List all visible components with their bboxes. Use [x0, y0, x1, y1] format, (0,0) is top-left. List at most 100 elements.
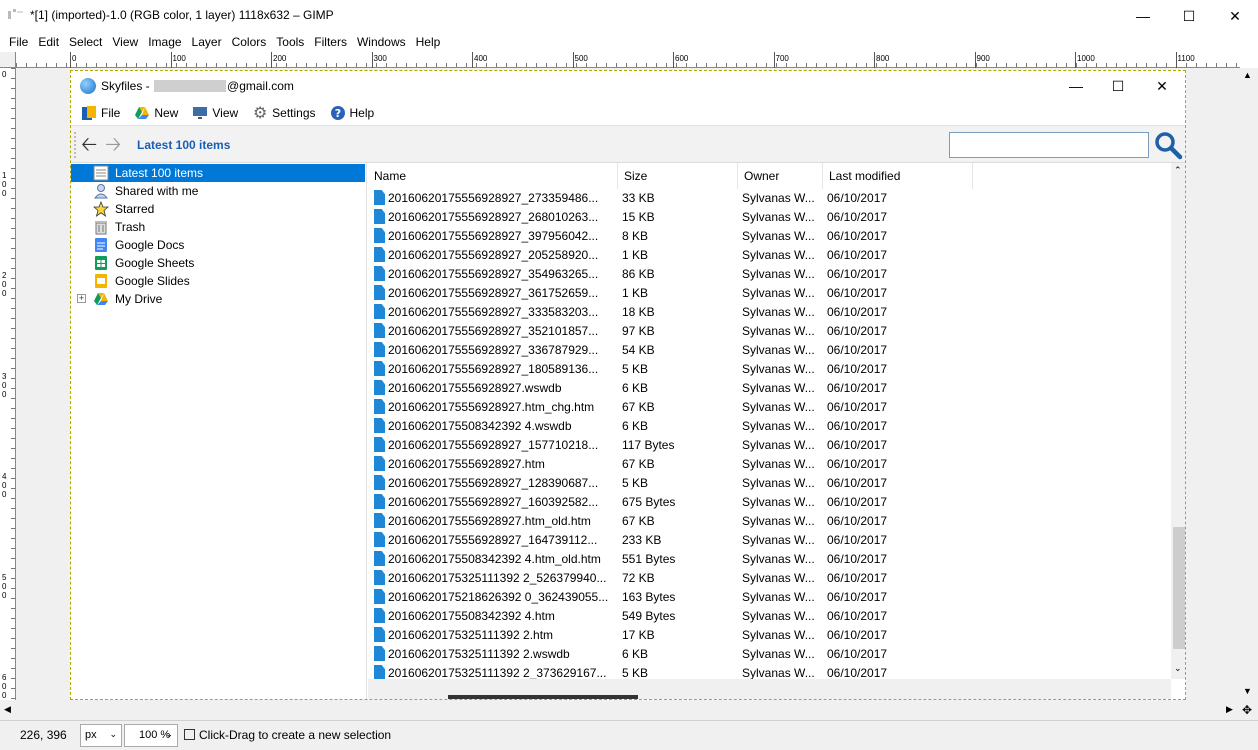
table-row[interactable]: 20160620175556928927_333583203... 18 KB Sy…: [368, 303, 1171, 322]
minimize-button[interactable]: —: [1120, 0, 1166, 32]
file-owner: Sylvanas W...: [742, 552, 815, 566]
table-row[interactable]: 20160620175325111392 2_526379940... 72 KB…: [368, 569, 1171, 588]
skyfiles-menu-file[interactable]: File: [81, 105, 120, 121]
table-row[interactable]: 20160620175556928927.htm_chg.htm 67 KB Syl…: [368, 398, 1171, 417]
file-list-scrollbar[interactable]: ⌃ ⌄: [1171, 163, 1185, 679]
unit-select[interactable]: px ⌄: [80, 724, 122, 747]
back-arrow-icon[interactable]: 🡠: [81, 135, 97, 155]
ruler-vertical-tick-label: 2 0 0: [2, 271, 7, 298]
table-row[interactable]: 20160620175508342392 4.htm_old.htm 551 By…: [368, 550, 1171, 569]
file-owner: Sylvanas W...: [742, 210, 815, 224]
table-row[interactable]: 20160620175556928927_205258920... 1 KB Syl…: [368, 246, 1171, 265]
horizontal-ruler[interactable]: 0 100 200 300 400 500 600 700 800 900 1000 1100: [16, 52, 1240, 68]
scroll-down-icon[interactable]: ▼: [1243, 686, 1252, 696]
tree-item-google-docs[interactable]: Google Docs: [71, 236, 365, 254]
file-list-scroll-thumb[interactable]: [1173, 527, 1185, 649]
ruler-corner[interactable]: [0, 52, 16, 68]
file-list-hscroll[interactable]: [368, 679, 1171, 699]
navigate-icon[interactable]: ✥: [1242, 703, 1252, 717]
ruler-tick-label: 200: [273, 54, 287, 63]
table-row[interactable]: 20160620175508342392 4.htm 549 Bytes Sylva…: [368, 607, 1171, 626]
column-header-size[interactable]: Size: [618, 163, 738, 189]
file-icon: [374, 266, 385, 281]
file-size: 15 KB: [622, 210, 655, 224]
maximize-button[interactable]: ☐: [1166, 0, 1212, 32]
list-scroll-down-icon[interactable]: ⌄: [1174, 663, 1182, 674]
ruler-major-tick: [70, 52, 71, 68]
table-row[interactable]: 20160620175556928927_128390687... 5 KB Syl…: [368, 474, 1171, 493]
scroll-left-icon[interactable]: ◀: [4, 704, 11, 715]
close-button[interactable]: ✕: [1212, 0, 1258, 32]
table-row[interactable]: 20160620175325111392 2.wswdb 6 KB Sylvanas…: [368, 645, 1171, 664]
table-row[interactable]: 20160620175556928927_180589136... 5 KB Syl…: [368, 360, 1171, 379]
menu-tools[interactable]: Tools: [271, 35, 309, 49]
tree-item-starred[interactable]: Starred: [71, 200, 365, 218]
file-icon: [374, 665, 385, 679]
menu-colors[interactable]: Colors: [227, 35, 272, 49]
expand-icon[interactable]: +: [77, 294, 86, 303]
list-scroll-up-icon[interactable]: ⌃: [1174, 165, 1182, 176]
table-row[interactable]: 20160620175556928927.htm 67 KB Sylvanas W.…: [368, 455, 1171, 474]
table-row[interactable]: 20160620175556928927_336787929... 54 KB Sy…: [368, 341, 1171, 360]
scroll-up-icon[interactable]: ▲: [1243, 70, 1252, 80]
file-name: 20160620175556928927_354963265...: [388, 267, 599, 281]
horizontal-scrollbar[interactable]: ◀ ▶ ✥: [0, 700, 1258, 720]
scroll-right-icon[interactable]: ▶: [1226, 704, 1233, 715]
vertical-scrollbar[interactable]: ▲ ▼: [1240, 68, 1258, 700]
menu-view[interactable]: View: [107, 35, 143, 49]
tree-item-my-drive[interactable]: + My Drive: [71, 290, 365, 308]
table-row[interactable]: 20160620175556928927.wswdb 6 KB Sylvanas W…: [368, 379, 1171, 398]
tree-item-google-sheets[interactable]: Google Sheets: [71, 254, 365, 272]
file-name: 20160620175556928927_361752659...: [388, 286, 599, 300]
zoom-select[interactable]: 100 % ⌄: [124, 724, 178, 747]
menu-windows[interactable]: Windows: [352, 35, 411, 49]
skyfiles-maximize-button[interactable]: ☐: [1095, 71, 1141, 101]
column-header-last-modified[interactable]: Last modified: [823, 163, 973, 189]
window-title: *[1] (imported)-1.0 (RGB color, 1 layer)…: [30, 8, 334, 22]
menu-help[interactable]: Help: [411, 35, 446, 49]
tree-item-latest-100-items[interactable]: Latest 100 items: [71, 164, 365, 182]
column-header-owner[interactable]: Owner: [738, 163, 823, 189]
menu-image[interactable]: Image: [143, 35, 186, 49]
table-row[interactable]: 20160620175556928927_157710218... 117 Byt…: [368, 436, 1171, 455]
search-input[interactable]: [949, 132, 1149, 158]
table-row[interactable]: 20160620175556928927_273359486... 33 KB Sy…: [368, 189, 1171, 208]
table-row[interactable]: 20160620175556928927_352101857... 97 KB Sy…: [368, 322, 1171, 341]
table-row[interactable]: 20160620175556928927.htm_old.htm 67 KB Syl…: [368, 512, 1171, 531]
forward-arrow-icon[interactable]: 🡢: [105, 135, 121, 155]
table-row[interactable]: 20160620175556928927_361752659... 1 KB Syl…: [368, 284, 1171, 303]
tree-item-trash[interactable]: Trash: [71, 218, 365, 236]
skyfiles-menu-view[interactable]: View: [192, 105, 238, 121]
table-row[interactable]: 20160620175325111392 2_373629167... 5 KB S…: [368, 664, 1171, 679]
file-list-hscroll-thumb[interactable]: [448, 695, 638, 699]
menu-filters[interactable]: Filters: [309, 35, 352, 49]
column-header-name[interactable]: Name: [368, 163, 618, 189]
menu-edit[interactable]: Edit: [33, 35, 64, 49]
table-row[interactable]: 20160620175556928927_164739112... 233 KB S…: [368, 531, 1171, 550]
table-row[interactable]: 20160620175218626392 0_362439055... 163 B…: [368, 588, 1171, 607]
vertical-ruler[interactable]: 0 1 0 0 2 0 0 3 0 0 4 0 0 5 0 0 6 0 0: [0, 68, 16, 700]
table-row[interactable]: 20160620175556928927_268010263... 15 KB Sy…: [368, 208, 1171, 227]
ruler-tick-label: 600: [675, 54, 689, 63]
ruler-major-tick: [673, 52, 674, 68]
tree-item-google-slides[interactable]: Google Slides: [71, 272, 365, 290]
skyfiles-menu-new[interactable]: New: [134, 105, 178, 121]
table-row[interactable]: 20160620175556928927_354963265... 86 KB Sy…: [368, 265, 1171, 284]
skyfiles-minimize-button[interactable]: —: [1053, 71, 1099, 101]
menu-layer[interactable]: Layer: [187, 35, 227, 49]
menu-select[interactable]: Select: [64, 35, 107, 49]
redacted-email: [154, 80, 227, 92]
table-row[interactable]: 20160620175556928927_397956042... 8 KB Syl…: [368, 227, 1171, 246]
menu-file[interactable]: File: [4, 35, 33, 49]
skyfiles-close-button[interactable]: ✕: [1139, 71, 1185, 101]
table-row[interactable]: 20160620175508342392 4.wswdb 6 KB Sylvanas…: [368, 417, 1171, 436]
gimp-titlebar: *[1] (imported)-1.0 (RGB color, 1 layer)…: [0, 0, 1258, 32]
search-icon[interactable]: [1153, 130, 1183, 160]
tree-item-shared-with-me[interactable]: Shared with me: [71, 182, 365, 200]
skyfiles-menu-settings[interactable]: ⚙ Settings: [252, 105, 316, 122]
table-row[interactable]: 20160620175325111392 2.htm 17 KB Sylvanas …: [368, 626, 1171, 645]
table-row[interactable]: 20160620175556928927_160392582... 675 Byt…: [368, 493, 1171, 512]
trash-icon: [93, 219, 109, 235]
skyfiles-menu-help[interactable]: ? Help: [330, 105, 374, 121]
file-icon: [374, 437, 385, 452]
